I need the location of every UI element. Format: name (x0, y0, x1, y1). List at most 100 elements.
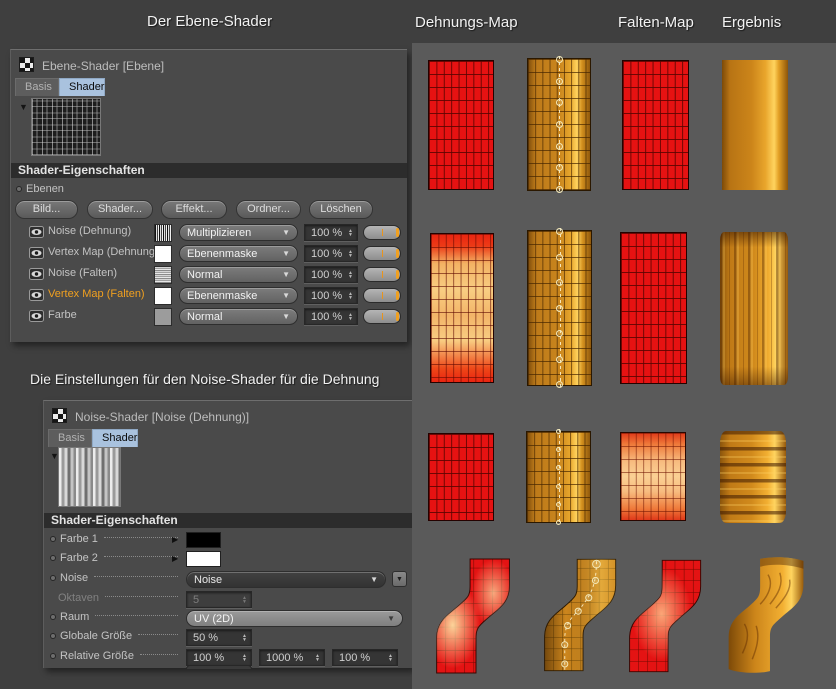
blend-mode-dropdown[interactable]: Normal▼ (179, 266, 298, 283)
preview-r4-dehnungs-map-bent (425, 556, 527, 676)
blend-mode-dropdown[interactable]: Ebenenmaske▼ (179, 245, 298, 262)
preview-area (412, 43, 836, 689)
tab-basis[interactable]: Basis (48, 429, 92, 447)
eye-visibility-icon[interactable] (29, 268, 44, 280)
spin-arrows-icon[interactable]: ▲▼ (348, 250, 353, 258)
shader-checker-icon (52, 408, 67, 423)
spline-control-points (554, 56, 564, 193)
spin-arrows-icon[interactable]: ▲▼ (242, 654, 247, 662)
relative-groesse-y-spinner[interactable]: 1000 %▲▼ (259, 649, 325, 666)
bild-button[interactable]: Bild... (15, 200, 78, 219)
ebene-shader-panel: Ebene-Shader [Ebene] Basis Shader ▼ Shad… (10, 49, 407, 342)
blend-mode-dropdown[interactable]: Normal▼ (179, 308, 298, 325)
param-dot-icon (50, 653, 56, 659)
chevron-down-icon: ▼ (282, 270, 290, 279)
preview-r1-cylinder-vertexmap (527, 58, 591, 191)
eye-visibility-icon[interactable] (29, 226, 44, 238)
opacity-slider[interactable] (363, 267, 401, 282)
spline-control-points (554, 429, 564, 525)
expand-arrow-icon[interactable]: ▶ (172, 535, 178, 544)
noise-preset-button[interactable]: ▼ (392, 571, 407, 587)
noise-shader-panel: Noise-Shader [Noise (Dehnung)] Basis Sha… (43, 400, 412, 668)
chevron-down-icon: ▼ (282, 291, 290, 300)
layer-row: Vertex Map (Dehnung) Ebenenmaske▼ 100 %▲… (11, 245, 407, 265)
cropped-control (186, 665, 252, 669)
ordner-button[interactable]: Ordner... (236, 200, 301, 219)
layer-thumbnail[interactable] (154, 287, 172, 305)
opacity-spinner[interactable]: 100 %▲▼ (304, 266, 358, 283)
spline-control-points (555, 228, 565, 388)
layer-thumbnail[interactable] (154, 224, 172, 242)
layer-thumbnail[interactable] (154, 245, 172, 263)
preview-r3-cylinder-vertexmap (526, 431, 591, 523)
spin-arrows-icon[interactable]: ▲▼ (348, 292, 353, 300)
param-dot-icon (50, 575, 56, 581)
ebenen-group: Ebenen (16, 183, 64, 195)
param-row-globale-groesse: Globale Größe 50 %▲▼ (44, 629, 412, 647)
preview-r2-falten-map-flat (620, 232, 687, 384)
layer-name[interactable]: Vertex Map (Dehnung) (48, 246, 159, 258)
layer-shader-preview[interactable] (31, 98, 101, 156)
spin-arrows-icon: ▲▼ (242, 596, 247, 604)
relative-groesse-z-spinner[interactable]: 100 %▲▼ (332, 649, 398, 666)
eye-visibility-icon[interactable] (29, 310, 44, 322)
layer-thumbnail[interactable] (154, 266, 172, 284)
heading-layer-shader: Der Ebene-Shader (147, 13, 272, 30)
expand-arrow-icon[interactable]: ▶ (172, 554, 178, 563)
dotted-leader (138, 634, 178, 635)
tab-shader[interactable]: Shader (92, 429, 138, 447)
layer-name[interactable]: Farbe (48, 309, 77, 321)
relative-groesse-x-spinner[interactable]: 100 %▲▼ (186, 649, 252, 666)
opacity-slider[interactable] (363, 309, 401, 324)
spin-arrows-icon[interactable]: ▲▼ (242, 634, 247, 642)
dotted-leader (95, 615, 178, 616)
collapse-triangle-icon[interactable]: ▼ (19, 102, 28, 112)
heading-ergebnis: Ergebnis (722, 14, 781, 31)
noise-shader-preview[interactable] (58, 447, 121, 507)
layer-name[interactable]: Noise (Falten) (48, 267, 117, 279)
param-row-farbe1: Farbe 1 ▶ (44, 532, 412, 550)
loeschen-button[interactable]: Löschen (309, 200, 373, 219)
opacity-spinner[interactable]: 100 %▲▼ (304, 308, 358, 325)
chevron-down-icon: ▼ (282, 312, 290, 321)
layer-name[interactable]: Vertex Map (Falten) (48, 288, 145, 300)
eye-visibility-icon[interactable] (29, 247, 44, 259)
dotted-leader (140, 654, 178, 655)
preview-r1-falten-map-flat (622, 60, 689, 190)
blend-mode-dropdown[interactable]: Ebenenmaske▼ (179, 287, 298, 304)
spin-arrows-icon[interactable]: ▲▼ (348, 271, 353, 279)
tab-basis[interactable]: Basis (15, 78, 59, 96)
chevron-down-icon: ▼ (370, 575, 378, 584)
opacity-slider[interactable] (363, 246, 401, 261)
color-swatch-black[interactable] (186, 532, 221, 548)
noise-shader-caption: Die Einstellungen für den Noise-Shader f… (30, 371, 379, 387)
noise-type-dropdown[interactable]: Noise▼ (186, 571, 386, 588)
panel-title: Ebene-Shader [Ebene] (42, 59, 164, 73)
preview-r1-dehnungs-map-flat (428, 60, 494, 190)
preview-r4-falten-map-bent (620, 556, 716, 676)
globale-groesse-spinner[interactable]: 50 %▲▼ (186, 629, 252, 646)
preview-r2-dehnungs-map-gradient (430, 233, 494, 383)
layer-thumbnail[interactable] (154, 308, 172, 326)
raum-dropdown[interactable]: UV (2D)▼ (186, 610, 403, 627)
color-swatch-white[interactable] (186, 551, 221, 567)
eye-visibility-icon[interactable] (29, 289, 44, 301)
spin-arrows-icon[interactable]: ▲▼ (388, 654, 393, 662)
effekt-button[interactable]: Effekt... (161, 200, 227, 219)
spin-arrows-icon[interactable]: ▲▼ (348, 313, 353, 321)
section-header: Shader-Eigenschaften (11, 163, 407, 178)
opacity-slider[interactable] (363, 225, 401, 240)
tab-shader[interactable]: Shader (59, 78, 105, 96)
spin-arrows-icon[interactable]: ▲▼ (315, 654, 320, 662)
opacity-spinner[interactable]: 100 %▲▼ (304, 245, 358, 262)
opacity-spinner[interactable]: 100 %▲▼ (304, 287, 358, 304)
opacity-spinner[interactable]: 100 %▲▼ (304, 224, 358, 241)
opacity-slider[interactable] (363, 288, 401, 303)
spin-arrows-icon[interactable]: ▲▼ (348, 229, 353, 237)
preview-r2-cylinder-vertexmap (527, 230, 592, 386)
shader-checker-icon (19, 57, 34, 72)
layer-row: Farbe Normal▼ 100 %▲▼ (11, 308, 407, 328)
layer-name[interactable]: Noise (Dehnung) (48, 225, 131, 237)
shader-button[interactable]: Shader... (87, 200, 153, 219)
blend-mode-dropdown[interactable]: Multiplizieren▼ (179, 224, 298, 241)
